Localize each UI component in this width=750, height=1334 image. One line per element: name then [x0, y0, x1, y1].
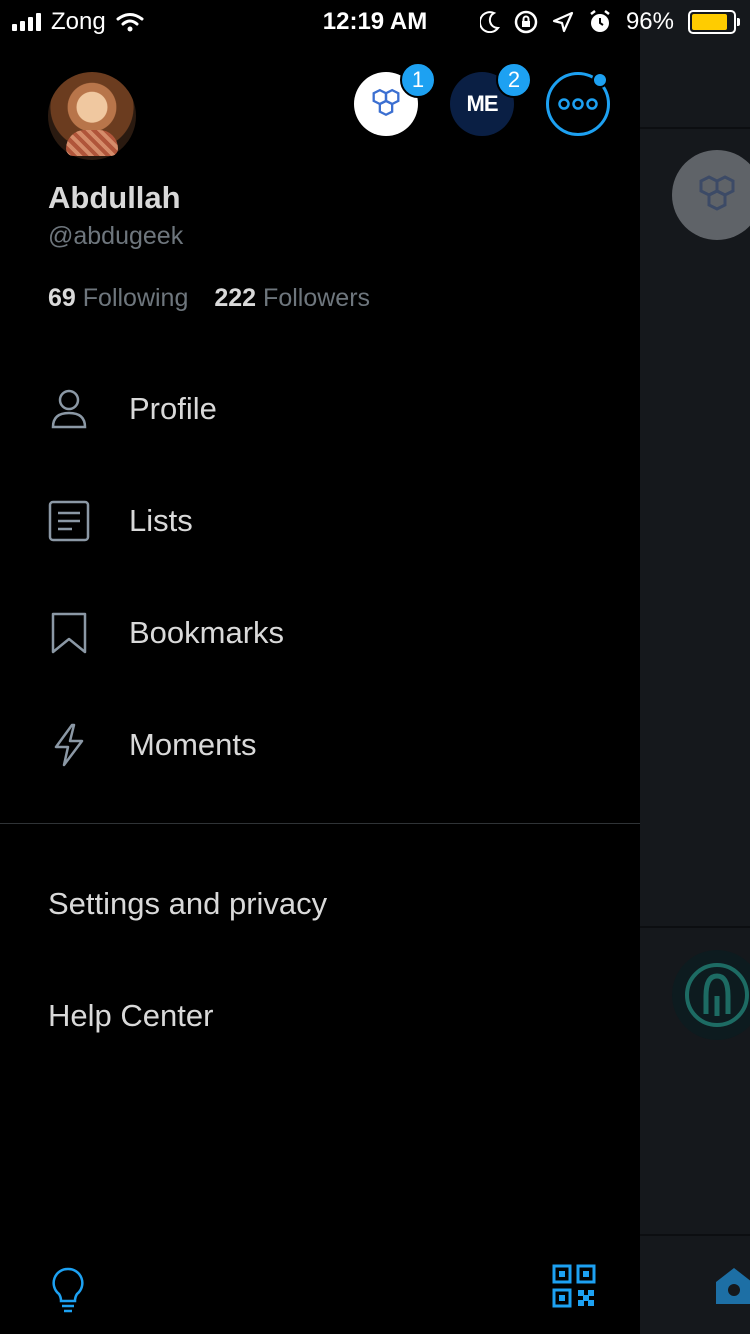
bookmark-icon: [46, 610, 92, 656]
menu-item-label: Profile: [129, 391, 217, 426]
following-count: 69: [48, 284, 76, 312]
menu-divider: [0, 823, 640, 824]
battery-percent: 96%: [625, 8, 674, 35]
profile-name[interactable]: Abdullah: [48, 180, 181, 216]
rotation-lock-icon: [514, 10, 538, 34]
notification-badge: 1: [400, 62, 436, 98]
followers-link[interactable]: 222 Followers: [214, 284, 370, 313]
menu-item-profile[interactable]: Profile: [0, 359, 640, 459]
settings-and-privacy-link[interactable]: Settings and privacy: [48, 886, 327, 922]
status-bar: Zong 12:19 AM 96%: [0, 0, 750, 42]
avatar[interactable]: [48, 72, 136, 160]
menu-item-label: Lists: [129, 503, 193, 538]
background-divider: [640, 127, 750, 129]
notification-badge: 2: [496, 62, 532, 98]
menu-item-bookmarks[interactable]: Bookmarks: [0, 583, 640, 683]
follow-stats: 69 Following 222 Followers: [48, 284, 370, 313]
navigation-drawer: 1 ME 2 Abdullah @abdugeek 69 Following 2…: [0, 0, 640, 1334]
alarm-icon: [590, 10, 610, 32]
lightning-icon: [46, 722, 92, 768]
followers-count: 222: [214, 284, 257, 312]
home-icon[interactable]: [712, 1262, 750, 1311]
location-icon: [552, 11, 574, 33]
menu-item-moments[interactable]: Moments: [0, 695, 640, 795]
background-avatar: [672, 950, 750, 1040]
following-label: Following: [82, 284, 189, 312]
lightbulb-icon[interactable]: [48, 1266, 88, 1319]
menu-item-lists[interactable]: Lists: [0, 471, 640, 571]
hexagon-logo-icon: [699, 175, 735, 211]
menu-item-label: Moments: [129, 727, 257, 762]
moon-icon: [479, 11, 500, 33]
background-divider: [640, 926, 750, 928]
menu-item-label: Bookmarks: [129, 615, 285, 650]
profile-handle[interactable]: @abdugeek: [48, 222, 183, 251]
help-center-link[interactable]: Help Center: [48, 998, 213, 1034]
unread-dot: [592, 72, 608, 88]
following-link[interactable]: 69 Following: [48, 284, 188, 313]
octopus-logo-icon: [685, 963, 749, 1027]
list-icon: [46, 498, 92, 544]
me-logo-icon: ME: [466, 91, 499, 116]
more-accounts-icon: [558, 98, 598, 110]
battery-icon: [688, 10, 740, 34]
drawer-bottom-bar: [0, 1250, 640, 1334]
hexagon-logo-icon: [372, 88, 400, 117]
background-divider: [640, 1234, 750, 1236]
qr-code-icon[interactable]: [552, 1264, 596, 1313]
person-icon: [46, 386, 92, 432]
followers-label: Followers: [263, 284, 371, 312]
